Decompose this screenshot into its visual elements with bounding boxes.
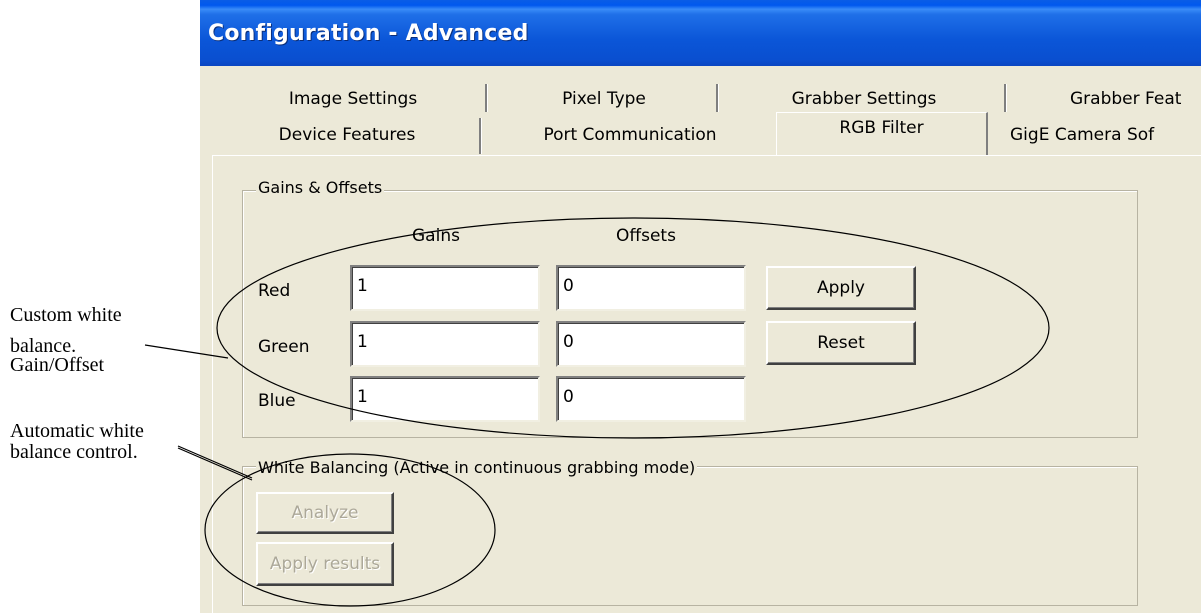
automatic-callout-leader-line-2 [177,447,253,481]
figure: Custom white balance. Gain/Offset Automa… [0,0,1201,613]
custom-callout-leader-line [144,344,229,359]
automatic-callout-leader-line-1 [177,445,253,479]
callout-overlay [144,217,1050,607]
gains-offsets-callout-ellipse [216,217,1050,439]
